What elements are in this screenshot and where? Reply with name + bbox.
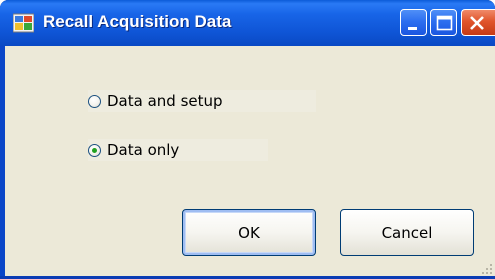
app-icon xyxy=(13,13,34,33)
radio-label: Data and setup xyxy=(107,92,223,110)
ok-button[interactable]: OK xyxy=(182,209,316,256)
window-title: Recall Acquisition Data xyxy=(43,12,232,31)
dialog-window: Recall Acquisition Data Data and setup D… xyxy=(0,0,495,279)
radio-label: Data only xyxy=(107,141,180,159)
maximize-button[interactable] xyxy=(430,9,457,36)
radio-selected-dot xyxy=(92,147,97,153)
minimize-icon xyxy=(408,27,417,30)
title-bar[interactable]: Recall Acquisition Data xyxy=(0,0,495,46)
radio-button-selected[interactable] xyxy=(88,143,101,157)
resize-grip-icon[interactable] xyxy=(481,263,493,275)
cancel-button[interactable]: Cancel xyxy=(340,209,474,256)
radio-option-data-only[interactable]: Data only xyxy=(88,139,268,161)
maximize-icon xyxy=(436,15,453,31)
close-button[interactable] xyxy=(461,9,495,36)
minimize-button[interactable] xyxy=(400,9,427,36)
close-icon xyxy=(470,16,484,30)
radio-button-unselected[interactable] xyxy=(88,94,101,108)
radio-option-data-and-setup[interactable]: Data and setup xyxy=(88,90,316,112)
